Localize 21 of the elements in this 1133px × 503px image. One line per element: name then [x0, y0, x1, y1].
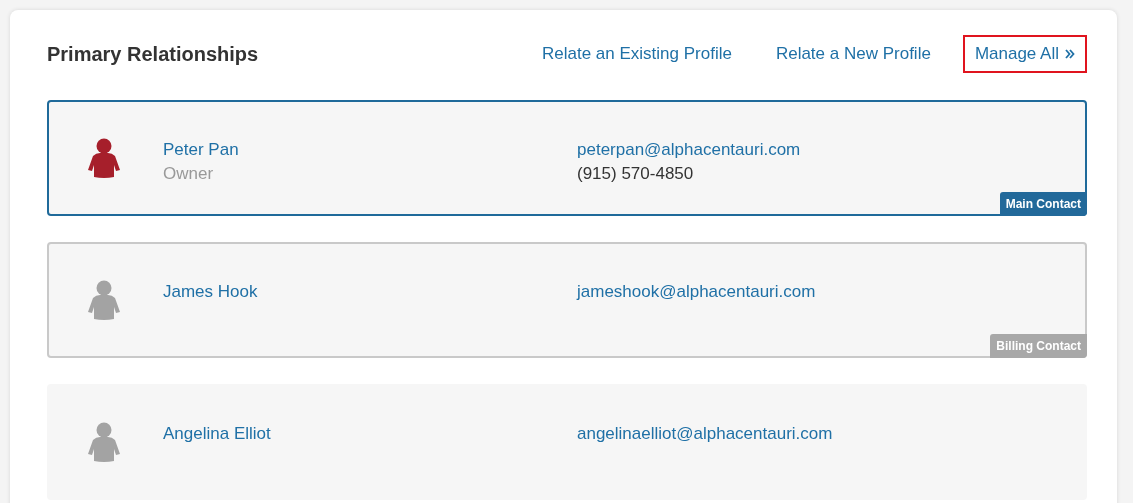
contact-email[interactable]: peterpan@alphacentauri.com — [577, 139, 801, 161]
person-icon — [86, 280, 122, 320]
contact-name[interactable]: Peter Pan — [163, 139, 577, 161]
contact-card[interactable]: Angelina Elliot angelinaelliot@alphacentauri.com — [47, 384, 1087, 500]
action-link[interactable]: Relate an Existing Profile — [529, 35, 744, 73]
contact-name[interactable]: James Hook — [163, 281, 577, 303]
contact-badge: Main Contact — [999, 192, 1087, 216]
action-link[interactable]: Manage All — [962, 35, 1087, 73]
contact-role: Owner — [163, 163, 215, 185]
contact-phone: (915) 570-4850 — [577, 163, 695, 185]
contact-name[interactable]: Angelina Elliot — [163, 423, 577, 445]
contact-email[interactable]: angelinaelliot@alphacentauri.com — [577, 423, 833, 445]
contact-card[interactable]: Peter Pan Owner peterpan@alphacentauri.com (915) 570-4850 Main Contact — [47, 100, 1087, 216]
person-icon — [86, 138, 122, 178]
contact-email[interactable]: jameshook@alphacentauri.com — [577, 281, 816, 303]
action-link[interactable]: Relate a New Profile — [763, 35, 943, 73]
double-chevron-icon — [1065, 49, 1075, 59]
person-icon — [86, 422, 122, 462]
contact-badge: Billing Contact — [990, 334, 1087, 358]
contact-card[interactable]: James Hook jameshook@alphacentauri.com Billing Contact — [47, 242, 1087, 358]
section-title: Primary Relationships — [47, 42, 259, 67]
